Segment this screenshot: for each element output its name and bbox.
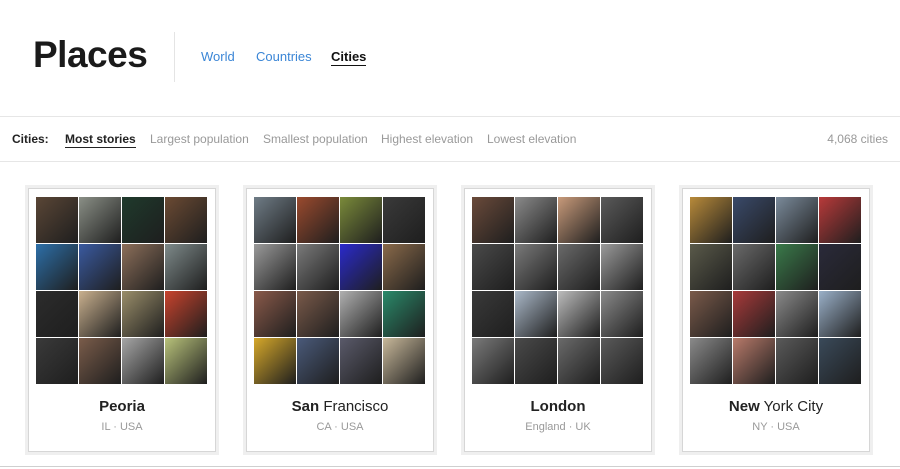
photo-thumbnail[interactable]: [383, 244, 425, 290]
photo-thumbnail[interactable]: [340, 291, 382, 337]
photo-grid: [472, 197, 644, 385]
photo-thumbnail[interactable]: [254, 197, 296, 243]
photo-thumbnail[interactable]: [515, 338, 557, 384]
photo-thumbnail[interactable]: [601, 197, 643, 243]
photo-thumbnail[interactable]: [472, 291, 514, 337]
city-region: CA · USA: [316, 421, 364, 433]
photo-thumbnail[interactable]: [383, 291, 425, 337]
filter-bar: Cities: Most stories Largest population …: [0, 118, 900, 160]
photo-thumbnail[interactable]: [36, 338, 78, 384]
city-region: IL · USA: [101, 421, 143, 433]
city-region: NY · USA: [752, 421, 800, 433]
photo-thumbnail[interactable]: [383, 338, 425, 384]
city-count: 4,068 cities: [827, 132, 888, 146]
photo-thumbnail[interactable]: [36, 244, 78, 290]
city-name: San Francisco: [291, 398, 389, 415]
photo-thumbnail[interactable]: [776, 338, 818, 384]
photo-thumbnail[interactable]: [690, 291, 732, 337]
photo-thumbnail[interactable]: [601, 338, 643, 384]
filter-lowest-elevation[interactable]: Lowest elevation: [487, 132, 576, 146]
city-name: London: [530, 398, 586, 415]
page-header: Places World Countries Cities: [0, 0, 900, 116]
photo-thumbnail[interactable]: [297, 291, 339, 337]
photo-thumbnail[interactable]: [79, 338, 121, 384]
photo-thumbnail[interactable]: [819, 197, 861, 243]
photo-thumbnail[interactable]: [472, 338, 514, 384]
photo-thumbnail[interactable]: [819, 244, 861, 290]
photo-thumbnail[interactable]: [122, 338, 164, 384]
city-name: Peoria: [99, 398, 145, 415]
filter-label: Cities:: [12, 132, 49, 146]
photo-thumbnail[interactable]: [122, 244, 164, 290]
photo-thumbnail[interactable]: [776, 291, 818, 337]
nav-cities[interactable]: Cities: [331, 49, 367, 66]
photo-thumbnail[interactable]: [558, 291, 600, 337]
photo-grid: [690, 197, 862, 385]
photo-thumbnail[interactable]: [165, 291, 207, 337]
photo-thumbnail[interactable]: [819, 338, 861, 384]
photo-thumbnail[interactable]: [733, 291, 775, 337]
photo-thumbnail[interactable]: [515, 244, 557, 290]
photo-thumbnail[interactable]: [690, 338, 732, 384]
photo-thumbnail[interactable]: [472, 244, 514, 290]
header-divider: [174, 32, 175, 82]
nav-world[interactable]: World: [201, 49, 235, 64]
photo-thumbnail[interactable]: [776, 197, 818, 243]
photo-thumbnail[interactable]: [515, 291, 557, 337]
photo-thumbnail[interactable]: [776, 244, 818, 290]
photo-thumbnail[interactable]: [122, 197, 164, 243]
photo-thumbnail[interactable]: [297, 244, 339, 290]
photo-thumbnail[interactable]: [601, 291, 643, 337]
photo-thumbnail[interactable]: [383, 197, 425, 243]
photo-thumbnail[interactable]: [79, 244, 121, 290]
photo-thumbnail[interactable]: [165, 338, 207, 384]
filter-most-stories[interactable]: Most stories: [65, 132, 136, 148]
filter-smallest-population[interactable]: Smallest population: [263, 132, 368, 146]
photo-thumbnail[interactable]: [690, 197, 732, 243]
photo-thumbnail[interactable]: [340, 244, 382, 290]
photo-thumbnail[interactable]: [79, 291, 121, 337]
photo-thumbnail[interactable]: [558, 197, 600, 243]
photo-thumbnail[interactable]: [297, 338, 339, 384]
photo-thumbnail[interactable]: [254, 338, 296, 384]
photo-thumbnail[interactable]: [515, 197, 557, 243]
photo-thumbnail[interactable]: [122, 291, 164, 337]
photo-thumbnail[interactable]: [340, 338, 382, 384]
photo-thumbnail[interactable]: [79, 197, 121, 243]
filter-highest-elevation[interactable]: Highest elevation: [381, 132, 473, 146]
photo-thumbnail[interactable]: [340, 197, 382, 243]
photo-thumbnail[interactable]: [733, 197, 775, 243]
divider-bottom: [0, 161, 900, 162]
photo-thumbnail[interactable]: [558, 338, 600, 384]
divider-top: [0, 116, 900, 117]
city-card-new-york-city[interactable]: New York City NY · USA: [682, 188, 870, 452]
page-title: Places: [33, 34, 148, 75]
photo-thumbnail[interactable]: [558, 244, 600, 290]
photo-thumbnail[interactable]: [36, 291, 78, 337]
photo-thumbnail[interactable]: [165, 244, 207, 290]
photo-thumbnail[interactable]: [254, 291, 296, 337]
city-card-london[interactable]: London England · UK: [464, 188, 652, 452]
photo-thumbnail[interactable]: [601, 244, 643, 290]
city-name: New York City: [728, 398, 824, 415]
page-bottom-border: [0, 466, 900, 467]
photo-grid: [254, 197, 426, 385]
city-region: England · UK: [525, 421, 591, 433]
filter-largest-population[interactable]: Largest population: [150, 132, 249, 146]
photo-thumbnail[interactable]: [297, 197, 339, 243]
photo-thumbnail[interactable]: [690, 244, 732, 290]
photo-thumbnail[interactable]: [819, 291, 861, 337]
nav-countries[interactable]: Countries: [256, 49, 312, 64]
photo-thumbnail[interactable]: [733, 338, 775, 384]
city-card-san-francisco[interactable]: San Francisco CA · USA: [246, 188, 434, 452]
photo-thumbnail[interactable]: [36, 197, 78, 243]
photo-thumbnail[interactable]: [472, 197, 514, 243]
photo-thumbnail[interactable]: [165, 197, 207, 243]
city-card-peoria[interactable]: Peoria IL · USA: [28, 188, 216, 452]
photo-thumbnail[interactable]: [254, 244, 296, 290]
photo-grid: [36, 197, 208, 385]
photo-thumbnail[interactable]: [733, 244, 775, 290]
